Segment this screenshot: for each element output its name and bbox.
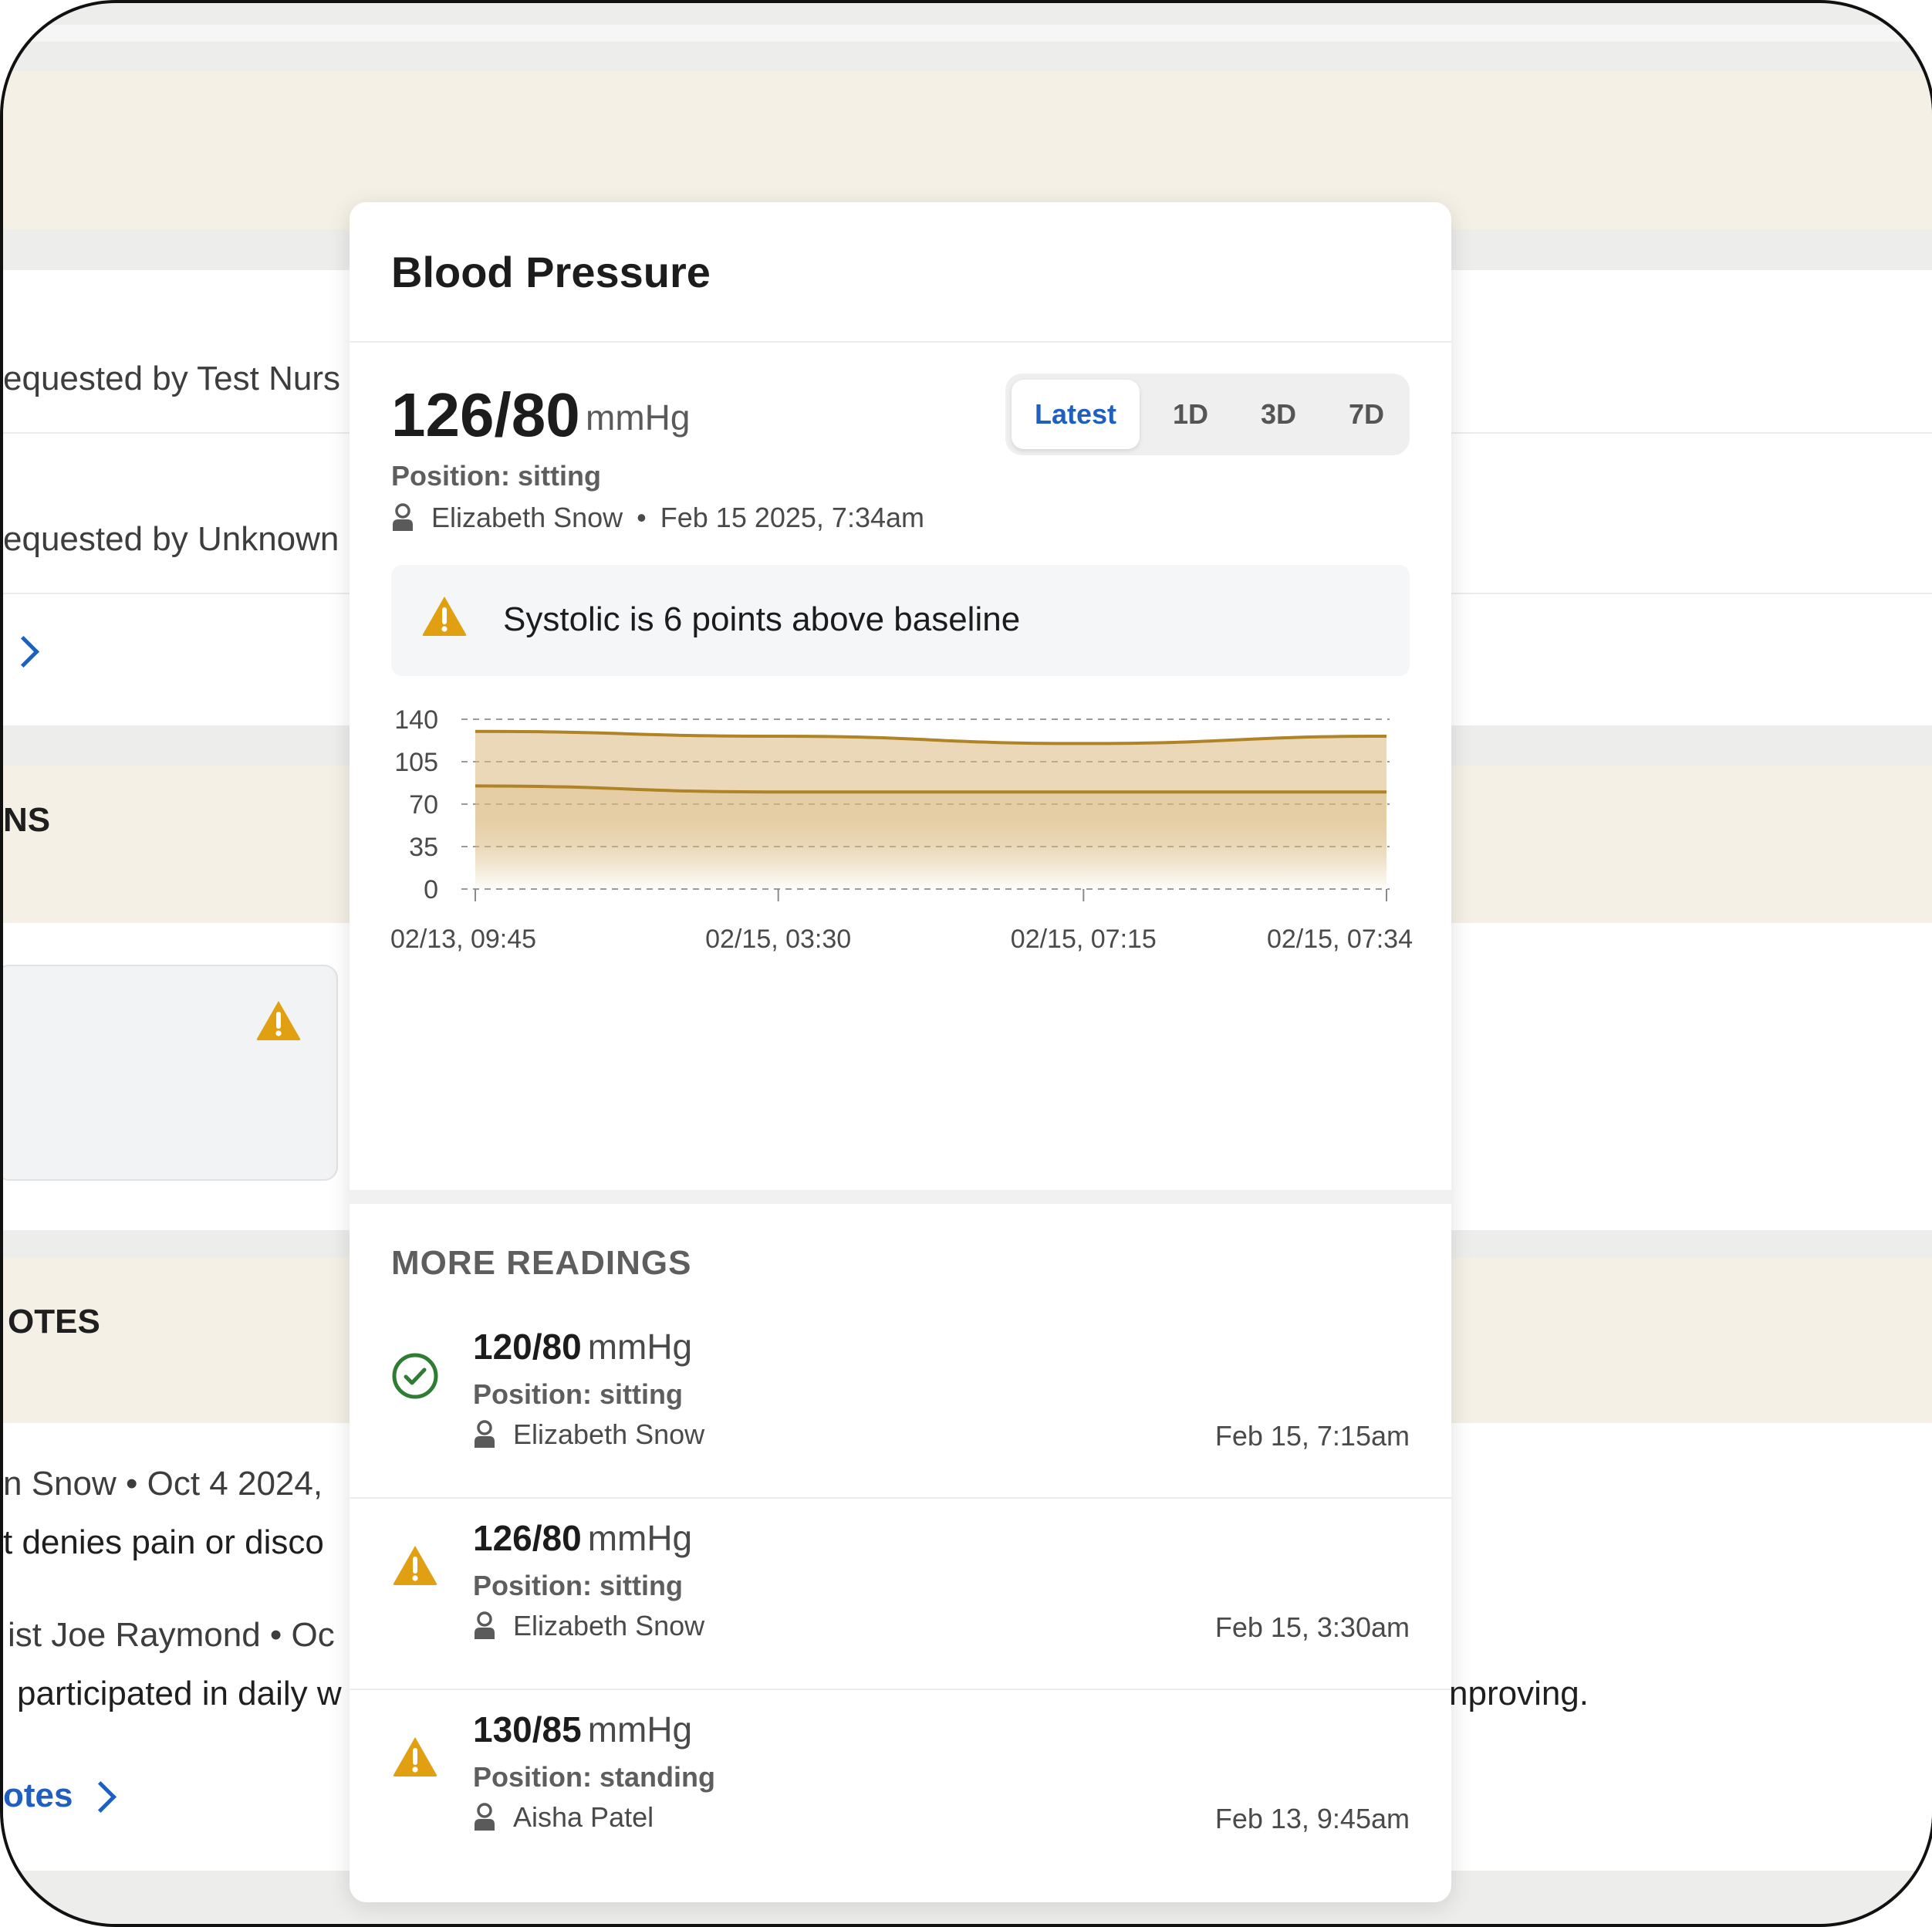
reading-position: Position: sitting [473,1378,683,1410]
note-text: participated in daily w [17,1675,342,1712]
reading-author: Elizabeth Snow [513,1418,705,1450]
range-tab-1d[interactable]: 1D [1152,374,1229,455]
latest-bp-unit: mmHg [586,397,691,438]
reading-timestamp: Feb 15 2025, 7:34am [660,502,925,533]
more-readings-heading: MORE READINGS [391,1244,692,1282]
reading-author-line: Elizabeth Snow [473,1610,704,1642]
section-separator [350,1190,1451,1204]
bp-trend-chart: 0 35 70 105 140 02/13, 09:45 02/15, 03:30 02/1… [390,705,1413,954]
view-notes-link[interactable]: otes [3,1777,73,1815]
reading-time: Feb 15, 7:15am [1214,1420,1410,1452]
latest-position: Position: sitting [391,460,601,492]
device-frame: equested by Test Nurs equested by Unknow… [0,0,1932,1927]
reading-row[interactable]: 130/85 mmHg Position: standing Aisha Pate… [350,1690,1451,1881]
warning-icon [422,597,467,636]
x-tick-label: 02/15, 03:30 [705,925,851,954]
x-tick-label: 02/15, 07:15 [1011,925,1157,954]
reading-unit: mmHg [587,1518,693,1558]
reading-time: Feb 13, 9:45am [1214,1803,1410,1834]
latest-meta: Elizabeth Snow • Feb 15 2025, 7:34am [391,502,924,534]
reading-value-line: 130/85 mmHg [473,1709,692,1750]
warning-icon [256,1001,301,1040]
reading-time: Feb 15, 3:30am [1214,1611,1410,1643]
divider [350,341,1451,343]
reading-position: Position: standing [473,1761,715,1793]
reading-author: Elizabeth Snow [513,1610,705,1641]
reading-author: Aisha Patel [513,1801,654,1833]
reading-value-line: 120/80 mmHg [473,1326,692,1367]
check-circle-icon [392,1353,438,1399]
note-text: t denies pain or disco [3,1523,324,1561]
y-tick-label: 0 [424,875,438,904]
reading-unit: mmHg [587,1709,693,1750]
range-tab-latest[interactable]: Latest [1012,380,1140,449]
reading-author-line: Elizabeth Snow [473,1418,704,1451]
y-tick-label: 105 [394,748,438,777]
request-item[interactable]: equested by Test Nurs [3,360,340,398]
note-text: nproving. [1449,1675,1589,1712]
alert-message: Systolic is 6 points above baseline [503,600,1021,638]
x-tick-label: 02/15, 07:34 [1267,925,1413,954]
note-meta: ist Joe Raymond • Oc [8,1616,335,1654]
y-tick-label: 70 [409,790,438,820]
latest-bp-value: 126/80 [391,380,580,449]
y-tick-label: 140 [394,705,438,735]
note-meta: n Snow • Oct 4 2024, [3,1465,323,1503]
request-item[interactable]: equested by Unknown [3,520,339,559]
separator: • [637,502,647,533]
y-tick-label: 35 [409,833,438,862]
reading-value: 120/80 [473,1327,582,1367]
x-tick-label: 02/13, 09:45 [390,925,536,954]
section-heading: NS [3,801,51,839]
reading-value: 130/85 [473,1709,582,1750]
top-bar [3,25,1932,42]
alert-card[interactable] [3,965,338,1181]
baseline-alert: Systolic is 6 points above baseline [391,565,1410,676]
range-tab-7d[interactable]: 7D [1328,374,1405,455]
reading-author-line: Aisha Patel [473,1801,654,1834]
range-tab-3d[interactable]: 3D [1240,374,1317,455]
person-icon [393,503,413,531]
series-area [475,786,1387,889]
person-icon [475,1420,495,1448]
reading-unit: mmHg [587,1327,693,1367]
author-name: Elizabeth Snow [431,502,623,533]
person-icon [475,1803,495,1831]
range-selector: Latest 1D 3D 7D [1005,374,1410,455]
blood-pressure-popover: Blood Pressure 126/80 mmHg Position: sit… [350,202,1451,1902]
reading-value: 126/80 [473,1518,582,1558]
reading-value-line: 126/80 mmHg [473,1517,692,1559]
reading-row[interactable]: 126/80 mmHg Position: sitting Elizabeth S… [350,1499,1451,1690]
person-icon [475,1611,495,1639]
reading-row[interactable]: 120/80 mmHg Position: sitting Elizabeth S… [350,1307,1451,1499]
reading-position: Position: sitting [473,1570,683,1601]
section-heading: OTES [8,1303,100,1340]
popover-title: Blood Pressure [391,248,711,296]
warning-icon [393,1737,437,1777]
warning-icon [393,1546,437,1585]
